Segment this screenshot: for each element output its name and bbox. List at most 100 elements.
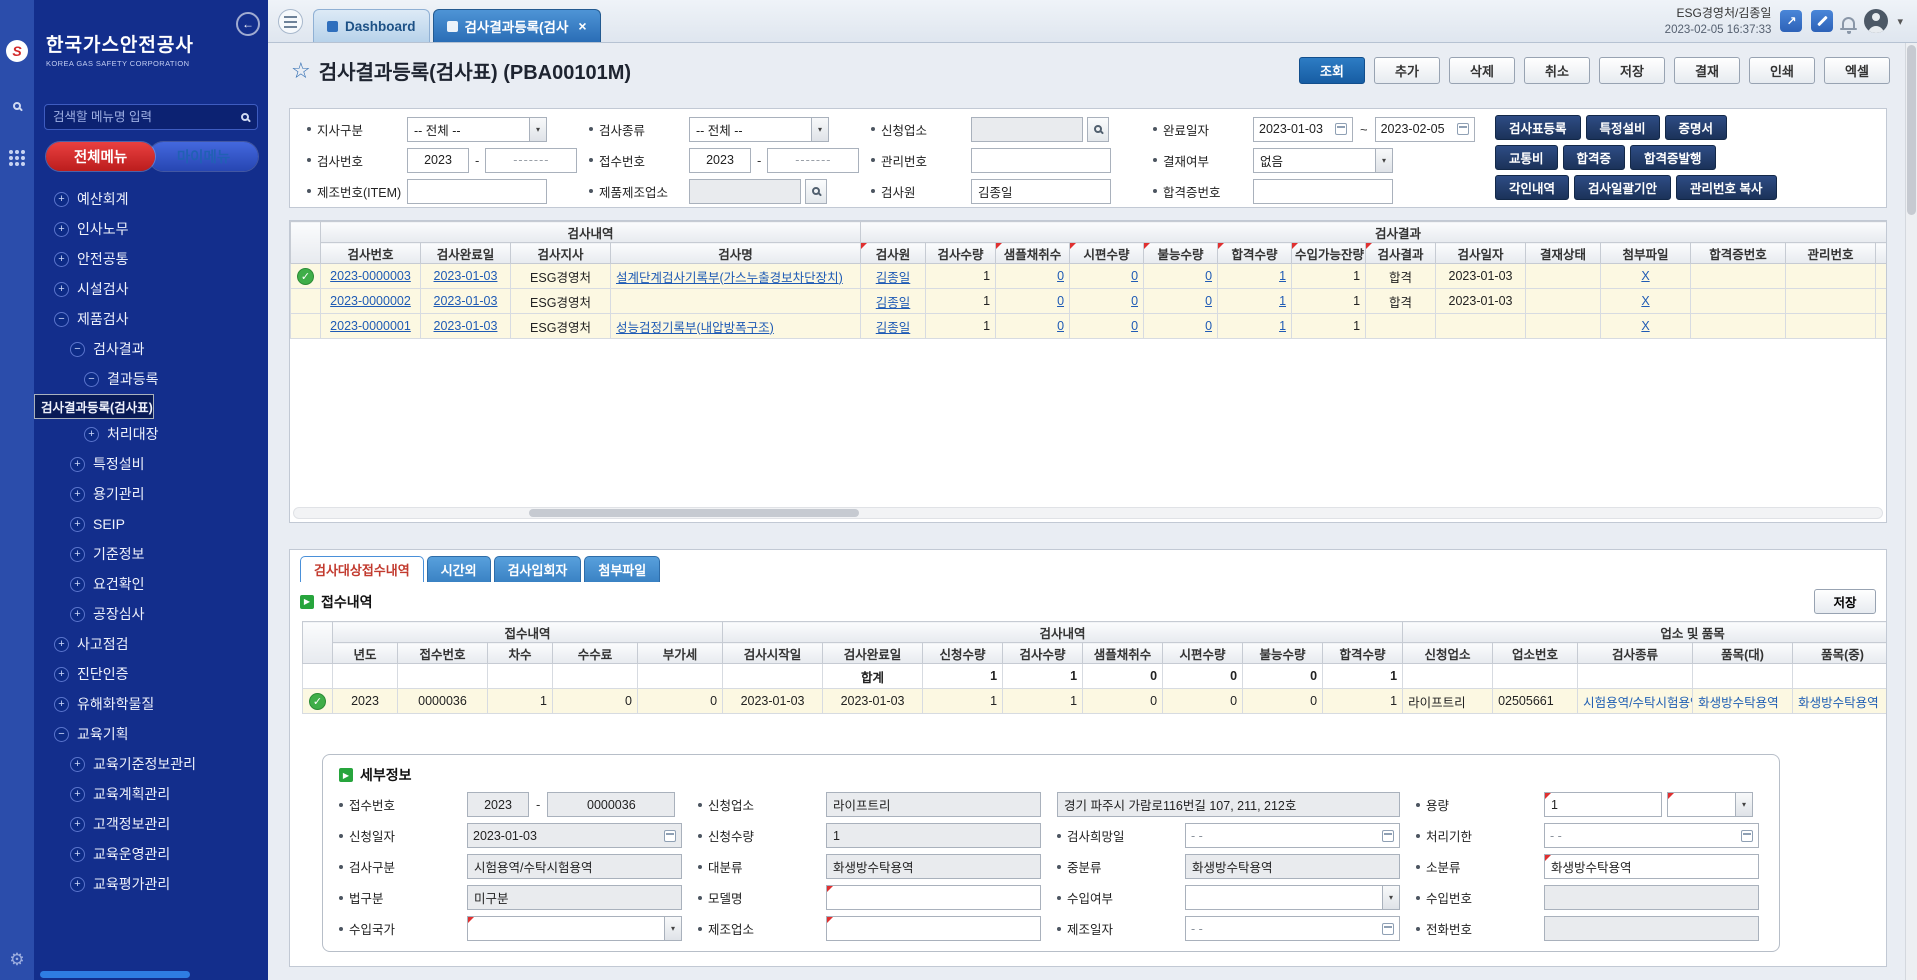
rail-apps-icon[interactable] [9,150,25,166]
sidebar-item[interactable]: +진단인증 [34,659,268,689]
row-selector[interactable]: ✓ [291,264,321,289]
receipt-no-year-input[interactable] [689,148,751,173]
expand-node-icon[interactable]: + [54,192,69,207]
table-row[interactable]: ✓2023-00000032023-01-03ESG경영처설계단계검사기록부(가… [291,264,1888,289]
column-header[interactable]: 신청수량 [923,643,1003,664]
toolbar-button[interactable]: 취소 [1524,57,1590,84]
expand-node-icon[interactable]: + [54,252,69,267]
open-new-window-icon[interactable]: ↗ [1780,10,1802,32]
expand-node-icon[interactable]: + [70,607,85,622]
user-avatar[interactable] [1864,9,1888,33]
approval-select[interactable]: 없음▾ [1253,148,1393,173]
product-maker-search-button[interactable] [805,179,827,204]
filter-action-button[interactable]: 교통비 [1495,145,1558,170]
column-header[interactable]: 검사종류 [1578,643,1693,664]
sidebar-item[interactable]: +교육기준정보관리 [34,749,268,779]
cell-link[interactable]: X [1641,319,1649,333]
column-header[interactable]: 제 [1876,243,1887,264]
column-header[interactable]: 차수 [488,643,553,664]
column-header[interactable]: 불능수량 [1144,243,1218,264]
manage-no-input[interactable] [971,148,1111,173]
cell-link[interactable]: 0 [1205,269,1212,283]
receipt-no-serial-input[interactable] [767,148,859,173]
sidebar-item[interactable]: +안전공통 [34,244,268,274]
category-mid-input[interactable] [1185,854,1400,879]
import-flag-select[interactable]: ▾ [1185,885,1400,910]
toolbar-button[interactable]: 조회 [1299,57,1365,84]
column-header[interactable]: 수입가능잔량 [1292,243,1366,264]
sidebar-item[interactable]: +교육운영관리 [34,839,268,869]
my-menu-button[interactable]: 마이메뉴 [149,142,258,171]
cell-link[interactable]: 김종일 [876,271,911,285]
sidebar-item[interactable]: +유해화학물질 [34,689,268,719]
horizontal-scrollbar[interactable] [293,507,1883,519]
cell-link[interactable]: 1 [1279,319,1286,333]
notifications-bell-icon[interactable] [1842,17,1855,28]
cell-link[interactable]: 0 [1205,294,1212,308]
expand-node-icon[interactable]: + [70,847,85,862]
column-header[interactable]: 합격수량 [1218,243,1292,264]
column-header[interactable]: 관리번호 [1786,243,1876,264]
sidebar-scrollbar[interactable] [40,971,190,978]
phone-input[interactable] [1544,916,1759,941]
branch-select[interactable]: -- 전체 --▾ [407,117,547,142]
expand-node-icon[interactable]: + [70,757,85,772]
column-header[interactable]: 샘플채취수 [1083,643,1163,664]
expand-node-icon[interactable]: + [70,517,85,532]
rail-search-icon[interactable] [13,102,21,110]
sidebar-collapse-button[interactable]: ← [236,12,260,36]
column-header[interactable]: 접수번호 [398,643,488,664]
sidebar-item[interactable]: −검사결과 [34,334,268,364]
make-date-input[interactable]: - - [1185,916,1400,941]
calendar-icon[interactable] [664,830,676,842]
toolbar-button[interactable]: 결재 [1674,57,1740,84]
cell-link[interactable]: 2023-0000003 [330,269,411,283]
toolbar-button[interactable]: 저장 [1599,57,1665,84]
filter-action-button[interactable]: 관리번호 복사 [1676,175,1776,200]
column-header[interactable]: 검사지사 [511,243,611,264]
column-header[interactable]: 부가세 [638,643,723,664]
cell-link[interactable]: 0 [1057,294,1064,308]
receipt-save-button[interactable]: 저장 [1814,589,1876,614]
insp-no-year-input[interactable] [407,148,469,173]
collapse-node-icon[interactable]: − [54,727,69,742]
bottom-tab[interactable]: 검사대상접수내역 [300,556,424,582]
cell-link[interactable]: 설계단계검사기록부(가스누출경보차단장치) [616,271,843,285]
filter-action-button[interactable]: 특정설비 [1586,115,1660,140]
column-header[interactable]: 수수료 [553,643,638,664]
applicant-input[interactable] [826,792,1041,817]
import-no-input[interactable] [1544,885,1759,910]
column-header[interactable]: 시편수량 [1070,243,1144,264]
table-row[interactable]: ✓202300000361002023-01-032023-01-0311000… [303,689,1887,714]
sidebar-item[interactable]: +특정설비 [34,449,268,479]
column-header[interactable]: 불능수량 [1243,643,1323,664]
expand-node-icon[interactable]: + [70,817,85,832]
calendar-icon[interactable] [1741,830,1753,842]
toolbar-button[interactable]: 추가 [1374,57,1440,84]
cell-link[interactable]: 0 [1057,319,1064,333]
sidebar-item[interactable]: +처리대장 [34,419,268,449]
sidebar-item[interactable]: +요건확인 [34,569,268,599]
insp-class-input[interactable] [467,854,682,879]
sidebar-item[interactable]: +용기관리 [34,479,268,509]
column-header[interactable]: 품목(대) [1693,643,1793,664]
hope-date-input[interactable]: - - [1185,823,1400,848]
tab-close-icon[interactable]: × [578,18,586,34]
cell-link[interactable]: 김종일 [876,321,911,335]
receipt-year-input[interactable] [467,792,529,817]
cell-link[interactable]: X [1641,294,1649,308]
calendar-icon[interactable] [1382,923,1394,935]
collapse-node-icon[interactable]: − [54,312,69,327]
filter-action-button[interactable]: 합격증발행 [1630,145,1716,170]
category-small-input[interactable] [1544,854,1759,879]
applicant-input[interactable] [971,117,1083,142]
expand-node-icon[interactable]: + [70,787,85,802]
expand-node-icon[interactable]: + [70,457,85,472]
inspector-input[interactable] [971,179,1111,204]
row-selector[interactable]: ✓ [303,689,333,714]
expand-node-icon[interactable]: + [54,637,69,652]
complete-from-date[interactable]: 2023-01-03 [1253,117,1353,142]
column-header[interactable]: 시편수량 [1163,643,1243,664]
column-header[interactable]: 샘플채취수 [996,243,1070,264]
sidebar-item[interactable]: +예산회계 [34,184,268,214]
